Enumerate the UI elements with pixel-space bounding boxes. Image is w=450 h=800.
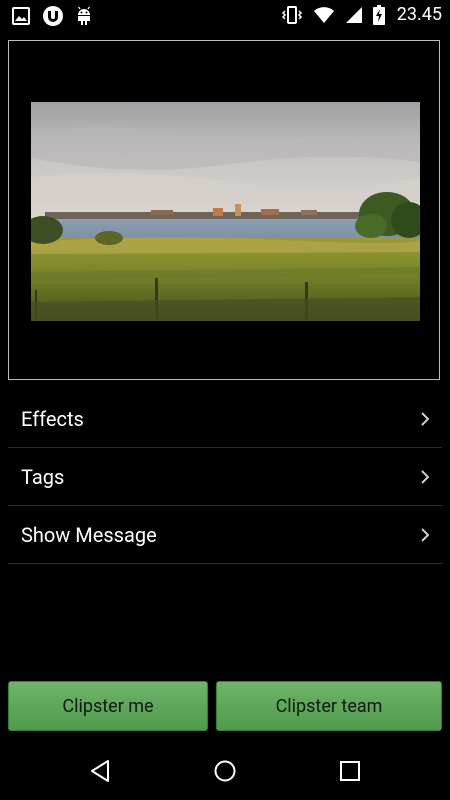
clock: 23.45 [396, 4, 442, 25]
wifi-icon [313, 6, 335, 24]
recents-icon[interactable] [335, 757, 365, 785]
menu-item-label: Tags [21, 464, 65, 489]
chevron-right-icon [420, 527, 430, 543]
menu-item-tags[interactable]: Tags [8, 448, 442, 506]
clipster-me-button[interactable]: Clipster me [8, 681, 208, 731]
chevron-right-icon [420, 411, 430, 427]
menu-item-label: Effects [21, 406, 84, 431]
navigation-bar [0, 740, 450, 800]
menu-item-effects[interactable]: Effects [8, 390, 442, 448]
image-icon [12, 7, 30, 25]
torrent-icon [42, 5, 64, 27]
menu-item-label: Show Message [21, 522, 157, 547]
signal-icon [345, 6, 363, 24]
back-icon[interactable] [85, 757, 115, 785]
status-bar: 23.45 [0, 0, 450, 32]
landscape-photo [31, 102, 420, 321]
clipster-team-button[interactable]: Clipster team [216, 681, 442, 731]
menu-item-show-message[interactable]: Show Message [8, 506, 442, 564]
chevron-right-icon [420, 469, 430, 485]
battery-charging-icon [372, 4, 385, 25]
image-preview-frame[interactable] [8, 40, 440, 380]
vibrate-icon [281, 5, 303, 25]
android-debug-icon [76, 6, 92, 26]
options-menu: Effects Tags Show Message [8, 390, 442, 564]
home-icon[interactable] [210, 757, 240, 785]
